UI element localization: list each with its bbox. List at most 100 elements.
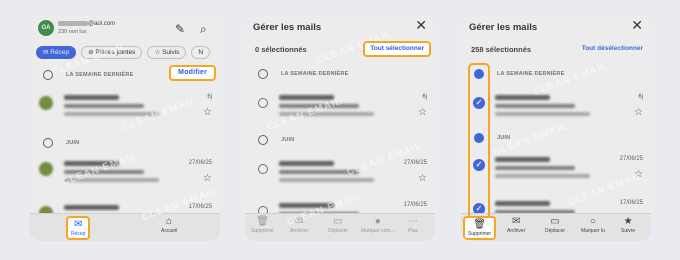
mail-date: 17/06/25 [619,200,643,206]
star-icon: ★ [623,216,633,227]
section-label: JUIN [66,140,80,146]
blurred-preview [279,112,374,116]
archive-action[interactable]: ✉ Archiver [290,216,308,234]
mail-date: 17/06/25 [403,202,427,208]
chip-inbox-label: Récep [50,49,70,56]
section-label: JUIN [281,137,295,143]
selection-count: 258 sélectionnés [471,45,532,54]
chip-more[interactable]: N [191,46,211,59]
search-icon[interactable]: ⌕ [200,23,207,35]
move-action-label: Déplacer [545,228,566,234]
blurred-preview [64,112,159,116]
manage-mails-selected-screen: Gérer les mails ✕ 258 sélectionnés Tout … [461,14,651,241]
chip-attachments[interactable]: ⊘ Pièces jointes [81,46,143,59]
move-action[interactable]: ▭ Déplacer [328,216,348,234]
close-icon[interactable]: ✕ [631,18,643,32]
section-label: LA SEMAINE DERNIÈRE [66,72,134,78]
inbox-tab-icon: ✉ [74,219,83,230]
select-all-button[interactable]: Tout sélectionner [363,41,431,57]
follow-action-label: Suivre [621,228,636,234]
blurred-sender [279,161,334,166]
section-last-week: LA SEMAINE DERNIÈRE [461,67,651,81]
blurred-preview [64,178,159,182]
list-item[interactable]: ✓ 6j ☆ [461,86,651,130]
mail-date: 6j [207,94,212,100]
archive-action-label: Archiver [507,228,526,234]
manage-header: Gérer les mails ✕ 0 sélectionnés Tout sé… [245,14,435,60]
blurred-sender [279,203,334,208]
section-label: LA SEMAINE DERNIÈRE [497,71,565,77]
select-radio[interactable] [258,98,268,108]
list-item[interactable]: 27/06/25 ☆ [30,152,220,196]
star-icon[interactable]: ☆ [203,108,212,118]
blurred-subject [64,104,144,108]
mark-read-action-label: Marquer lu [581,228,605,234]
section-last-week: LA SEMAINE DERNIÈRE Modifier [30,65,220,82]
star-icon[interactable]: ☆ [634,108,643,118]
unread-count: 230 non lus [58,29,87,35]
check-icon[interactable]: ✓ [473,159,485,171]
compose-icon[interactable]: ✎ [175,23,185,35]
star-icon[interactable]: ☆ [634,170,643,180]
mark-action[interactable]: ● Marquer com... [361,216,395,234]
section-radio[interactable] [43,70,53,80]
section-check-icon[interactable] [474,133,484,143]
chip-starred[interactable]: ☆ Suivis [147,46,187,59]
blurred-sender [495,157,550,162]
manage-header: Gérer les mails ✕ 258 sélectionnés Tout … [461,14,651,60]
list-item[interactable]: 6j ☆ [245,86,435,130]
close-icon[interactable]: ✕ [415,18,427,32]
section-radio[interactable] [43,138,53,148]
star-icon[interactable]: ☆ [418,108,427,118]
filter-chips: ✉ Récep ⊘ Pièces jointes ☆ Suivis N [36,46,211,59]
archive-action[interactable]: ✉ Archiver [507,216,525,234]
blurred-sender [64,205,119,210]
mail-date: 27/06/25 [403,160,427,166]
chip-more-label: N [198,49,204,56]
blurred-sender [495,201,550,206]
move-action[interactable]: ▭ Déplacer [545,216,565,234]
chip-starred-label: Suivis [162,49,180,56]
action-bar: 🗑 Supprimer ✉ Archiver ▭ Déplacer ● Marquer … [245,213,435,241]
folder-icon: ▭ [550,216,560,227]
avatar[interactable]: GA [38,20,54,36]
tab-inbox[interactable]: ✉ Récep [66,216,91,240]
sender-avatar [39,162,53,176]
star-icon[interactable]: ☆ [203,174,212,184]
modify-button[interactable]: Modifier [169,65,216,81]
section-check-icon[interactable] [474,69,484,79]
more-action-label: Plus [408,228,418,234]
mark-action-label: Marquer com... [361,228,395,234]
mark-read-action[interactable]: ○ Marquer lu [581,216,605,234]
check-icon[interactable]: ✓ [473,97,485,109]
manage-title: Gérer les mails [469,22,538,33]
select-radio[interactable] [258,164,268,174]
delete-action[interactable]: 🗑 Supprimer [463,216,497,240]
tab-home-label: Accueil [161,228,178,234]
delete-action[interactable]: 🗑 Supprimer [251,216,274,234]
folder-icon: ▭ [333,216,343,227]
trash-icon: 🗑 [256,216,269,227]
email-domain: @aol.com [88,21,116,28]
blurred-preview [279,178,374,182]
star-icon[interactable]: ☆ [418,174,427,184]
chip-attachments-label: Pièces jointes [95,49,136,56]
follow-action[interactable]: ★ Suivre [621,216,635,234]
delete-action-label: Supprimer [251,228,275,234]
blurred-subject [279,170,359,174]
more-action[interactable]: ⋯ Plus [408,216,418,234]
tab-home[interactable]: ⌂ Accueil [161,216,177,234]
list-item[interactable]: 27/06/25 ☆ [245,152,435,196]
account-email: @aol.com [58,21,115,27]
list-item[interactable]: 6j ☆ [30,86,220,130]
mail-date: 17/06/25 [188,204,212,210]
section-radio[interactable] [258,69,268,79]
chip-inbox[interactable]: ✉ Récep [36,46,77,59]
blurred-subject [495,104,575,108]
section-radio[interactable] [258,135,268,145]
blurred-preview [495,112,590,116]
trash-icon: 🗑 [473,219,486,230]
deselect-all-button[interactable]: Tout désélectionner [582,45,643,52]
circle-icon: ○ [589,216,596,227]
list-item[interactable]: ✓ 27/06/25 ☆ [461,148,651,192]
